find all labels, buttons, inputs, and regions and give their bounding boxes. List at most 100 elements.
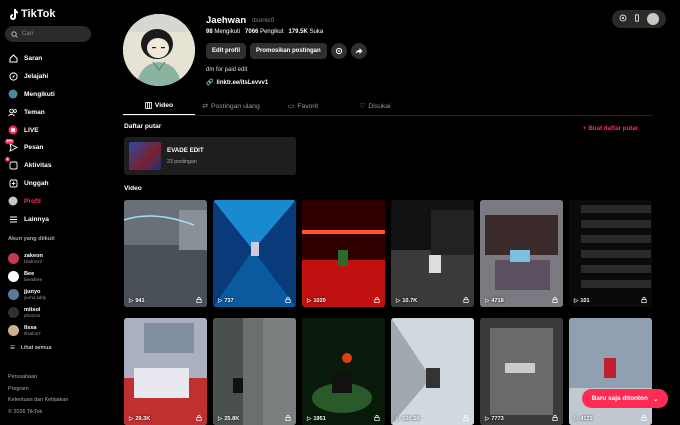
user-avatar[interactable] <box>647 13 659 25</box>
sidebar-item-label: LIVE <box>24 126 39 134</box>
friends-icon <box>8 107 18 117</box>
search-icon <box>11 30 18 38</box>
play-icon: ▷ <box>218 416 223 422</box>
video-card[interactable]: ▷ 29.3K <box>124 318 207 425</box>
lock-icon <box>196 297 202 303</box>
tab-liked[interactable]: ♡ Disukai <box>339 97 411 115</box>
video-thumbnail <box>480 200 563 307</box>
list-icon: ☰ <box>10 345 16 351</box>
following-label: Mengikuti <box>214 29 241 35</box>
view-count: ▷ 7773 <box>485 416 504 422</box>
play-icon: ▷ <box>307 298 312 304</box>
sidebar-item-pesan[interactable]: 99+ Pesan <box>5 138 55 157</box>
tiktok-logo-text: TikTok <box>21 8 56 20</box>
account-username: Illsaloo7 <box>24 330 41 336</box>
footer-terms-link[interactable]: Ketentuan dan Kebijakan <box>8 395 68 407</box>
lock-icon <box>374 415 380 421</box>
playlist-card[interactable]: EVADE EDIT 23 postingan <box>124 137 296 175</box>
video-card[interactable]: ▷ 101 <box>569 200 652 307</box>
video-thumbnail <box>124 200 207 307</box>
promote-posts-button[interactable]: Promosikan postingan <box>250 43 327 59</box>
sidebar-item-aktivitas[interactable]: 2 Aktivitas <box>5 156 55 175</box>
device-icon[interactable] <box>633 14 641 24</box>
lock-icon <box>552 297 558 303</box>
compass-icon <box>8 72 18 82</box>
play-icon: ▷ <box>396 416 401 422</box>
followers-count: 7066 <box>245 29 259 35</box>
tab-liked-label: Disukai <box>368 102 391 110</box>
bookmark-icon: ▭ <box>287 103 295 110</box>
avatar <box>8 252 19 264</box>
play-icon: ▷ <box>396 298 401 304</box>
create-playlist-button[interactable]: + Buat daftar putar <box>583 125 638 132</box>
lock-icon <box>463 297 469 303</box>
followed-account[interactable]: Bee beeafree <box>8 267 46 285</box>
sidebar-item-unggah[interactable]: Unggah <box>8 175 55 193</box>
sidebar-item-lainnya[interactable]: Lainnya <box>8 210 55 228</box>
followers-stat[interactable]: 7066 Pengikut <box>245 29 283 35</box>
video-card[interactable]: ▷ 4172 <box>569 318 652 425</box>
coin-icon[interactable] <box>619 14 627 24</box>
recently-watched-button[interactable]: Baru saja ditonton ⌄ <box>582 389 668 408</box>
view-count: ▷ 4718 <box>485 298 504 304</box>
tiktok-logo[interactable]: TikTok <box>9 8 55 20</box>
lock-icon <box>196 415 202 421</box>
avatar <box>8 324 19 336</box>
video-thumbnail <box>391 318 474 425</box>
sidebar-item-jelajahi[interactable]: Jelajahi <box>8 68 55 86</box>
activity-icon: 2 <box>5 156 18 171</box>
sidebar-item-teman[interactable]: Teman <box>8 103 55 121</box>
tab-reposts-label: Postingan ulang <box>210 102 260 110</box>
following-count: 98 <box>206 29 213 35</box>
video-card[interactable]: ▷ 1951 <box>302 318 385 425</box>
view-count: ▷ 25.8K <box>218 416 239 422</box>
edit-profile-button[interactable]: Edit profil <box>206 43 246 59</box>
following-stat[interactable]: 98 Mengikuti <box>206 29 240 35</box>
video-card[interactable]: ▷ 737 <box>213 200 296 307</box>
video-thumbnail <box>213 200 296 307</box>
more-icon <box>8 214 18 224</box>
video-card[interactable]: ▷ 941 <box>124 200 207 307</box>
play-icon: ▷ <box>485 298 490 304</box>
video-card[interactable]: ▷ 1020 <box>302 200 385 307</box>
search-input[interactable]: Cari <box>5 26 91 42</box>
sidebar-item-label: Saran <box>24 55 43 63</box>
view-count: ▷ 10.7K <box>396 298 417 304</box>
sidebar-item-label: Mengikuti <box>24 90 55 98</box>
followed-account[interactable]: mitsol phozmo <box>8 303 46 321</box>
tab-favorites[interactable]: ▭ Favorit <box>267 97 339 115</box>
video-card[interactable]: ▷ 4718 <box>480 200 563 307</box>
account-username: beeafree <box>24 276 43 282</box>
followed-account[interactable]: jjunyo yumo.sddy <box>8 285 46 303</box>
play-icon: ▷ <box>129 298 134 304</box>
sidebar-item-profil[interactable]: Profil <box>8 192 55 210</box>
video-card[interactable]: ▷ 100.5K <box>391 318 474 425</box>
followed-account[interactable]: zakeon blinkrzzz <box>8 249 46 267</box>
notification-badge: 99+ <box>5 138 15 144</box>
video-card[interactable]: ▷ 10.7K <box>391 200 474 307</box>
tab-video[interactable]: Video <box>123 97 195 115</box>
sidebar-item-live[interactable]: LIVE <box>8 121 55 139</box>
footer-program-link[interactable]: Program <box>8 384 68 396</box>
profile-avatar[interactable] <box>123 14 195 86</box>
tab-reposts[interactable]: ⇄ Postingan ulang <box>195 97 267 115</box>
video-card[interactable]: ▷ 25.8K <box>213 318 296 425</box>
playlist-heading: Daftar putar <box>124 123 162 130</box>
view-count: ▷ 1020 <box>307 298 326 304</box>
footer-copyright: © 2026 TikTok <box>8 408 43 415</box>
video-card[interactable]: ▷ 7773 <box>480 318 563 425</box>
footer-company-link[interactable]: Perusahaan <box>8 372 68 384</box>
see-all-button[interactable]: ☰ Lihat semua <box>10 345 52 351</box>
followed-account[interactable]: Ilssa Illsaloo7 <box>8 321 46 339</box>
settings-button[interactable] <box>330 43 347 59</box>
notification-badge: 2 <box>5 156 11 162</box>
profile-username: itsonic0 <box>252 17 275 24</box>
view-count: ▷ 29.3K <box>129 416 150 422</box>
tab-video-label: Video <box>154 102 174 109</box>
video-thumbnail <box>302 318 385 425</box>
sidebar-item-saran[interactable]: Saran <box>8 50 55 68</box>
sidebar-item-mengikuti[interactable]: Mengikuti <box>8 86 55 104</box>
view-count: ▷ 941 <box>129 298 145 304</box>
share-profile-button[interactable] <box>350 43 367 59</box>
profile-link[interactable]: 🔗 linktr.ee/itsLevvv1 <box>206 79 268 87</box>
